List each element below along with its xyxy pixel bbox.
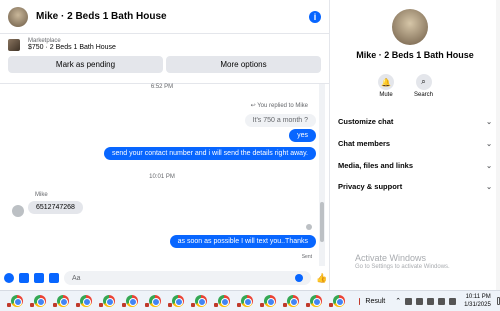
taskbar: Result ⌃ 10:11 PM 1/31/2025	[0, 290, 500, 311]
message-contact[interactable]: send your contact number and i will send…	[104, 147, 316, 160]
tray-icon[interactable]	[405, 297, 413, 305]
result-icon	[359, 297, 361, 305]
chevron-down-icon: ⌄	[486, 162, 492, 170]
tray-icon[interactable]	[416, 297, 424, 305]
conversation-title: Mike · 2 Beds 1 Bath House	[356, 50, 474, 60]
mute-button[interactable]: 🔔 Mute	[378, 74, 394, 98]
chevron-down-icon: ⌄	[486, 140, 492, 148]
listing-title[interactable]: $750 · 2 Beds 1 Bath House	[28, 44, 116, 51]
volume-icon[interactable]	[438, 297, 446, 305]
more-options-button[interactable]: More options	[166, 56, 321, 73]
activation-watermark: Activate Windows Go to Settings to activ…	[355, 253, 450, 270]
info-icon[interactable]: i	[309, 10, 321, 23]
result-label[interactable]: Result	[365, 298, 385, 305]
section-privacy-support[interactable]: Privacy & support ⌄	[338, 182, 492, 191]
message-yes[interactable]: yes	[289, 129, 316, 142]
section-media-files-links[interactable]: Media, files and links ⌄	[338, 161, 492, 170]
listing-thumbnail[interactable]	[8, 38, 20, 51]
reply-arrow-icon: ↩	[250, 103, 256, 109]
mark-as-pending-button[interactable]: Mark as pending	[8, 56, 163, 73]
chrome-icon[interactable]	[260, 295, 276, 307]
search-icon: ⌕	[415, 74, 432, 90]
sender-name: Mike	[35, 192, 48, 198]
chrome-icon[interactable]	[30, 295, 46, 307]
avatar[interactable]	[392, 9, 428, 45]
sticker-icon[interactable]	[34, 273, 44, 283]
image-icon[interactable]	[19, 273, 29, 283]
avatar[interactable]	[12, 205, 24, 217]
composer: Aa 👍	[0, 266, 330, 290]
sent-status: Sent	[301, 254, 312, 260]
quoted-message[interactable]: It's 750 a month ?	[244, 114, 316, 127]
chrome-icon[interactable]	[283, 295, 299, 307]
side-scrollbar[interactable]	[496, 0, 500, 290]
chrome-icon[interactable]	[329, 295, 345, 307]
timestamp: 6:52 PM	[150, 84, 174, 90]
plus-icon[interactable]	[4, 273, 14, 283]
chrome-icon[interactable]	[306, 295, 322, 307]
chrome-icon[interactable]	[191, 295, 207, 307]
messenger-window: Mike · 2 Beds 1 Bath House i Marketplace…	[0, 0, 500, 311]
seen-indicator-icon	[306, 224, 312, 230]
chrome-icon[interactable]	[145, 295, 161, 307]
chrome-icon[interactable]	[214, 295, 230, 307]
chat-header: Mike · 2 Beds 1 Bath House i	[0, 0, 329, 34]
chevron-up-icon[interactable]: ⌃	[395, 297, 401, 305]
marketplace-banner: Marketplace $750 · 2 Beds 1 Bath House M…	[0, 34, 329, 84]
scroll-thumb[interactable]	[320, 202, 324, 242]
search-button[interactable]: ⌕ Search	[414, 74, 433, 98]
avatar[interactable]	[8, 6, 28, 27]
message-input[interactable]: Aa	[64, 271, 311, 285]
replied-note: ↩ You replied to Mike	[250, 103, 308, 109]
chrome-icon[interactable]	[76, 295, 92, 307]
chrome-icon[interactable]	[237, 295, 253, 307]
chrome-icon[interactable]	[122, 295, 138, 307]
emoji-icon[interactable]	[295, 274, 303, 282]
chevron-down-icon: ⌄	[486, 118, 492, 126]
gif-icon[interactable]	[49, 273, 59, 283]
timestamp: 10:01 PM	[149, 174, 175, 180]
chrome-icon[interactable]	[168, 295, 184, 307]
message-reply[interactable]: as soon as possible I will text you..Tha…	[169, 235, 316, 248]
chat-title[interactable]: Mike · 2 Beds 1 Bath House	[36, 11, 309, 22]
conversation-details-pane: Mike · 2 Beds 1 Bath House 🔔 Mute ⌕ Sear…	[330, 0, 500, 290]
bell-icon: 🔔	[378, 74, 394, 90]
chevron-down-icon: ⌄	[486, 183, 492, 191]
chrome-icon[interactable]	[99, 295, 115, 307]
wifi-icon[interactable]	[427, 297, 435, 305]
battery-icon[interactable]	[449, 297, 457, 305]
message-list: 6:52 PM ↩ You replied to Mike It's 750 a…	[0, 84, 324, 266]
section-customize-chat[interactable]: Customize chat ⌄	[338, 117, 492, 126]
chrome-icon[interactable]	[53, 295, 69, 307]
like-icon[interactable]: 👍	[316, 273, 327, 283]
section-chat-members[interactable]: Chat members ⌄	[338, 139, 492, 148]
clock[interactable]: 10:11 PM 1/31/2025	[464, 293, 491, 309]
chat-scrollbar[interactable]	[319, 84, 325, 266]
chat-pane: Mike · 2 Beds 1 Bath House i Marketplace…	[0, 0, 330, 290]
chrome-icon[interactable]	[7, 295, 23, 307]
message-phone[interactable]: 6512747268	[28, 201, 83, 214]
